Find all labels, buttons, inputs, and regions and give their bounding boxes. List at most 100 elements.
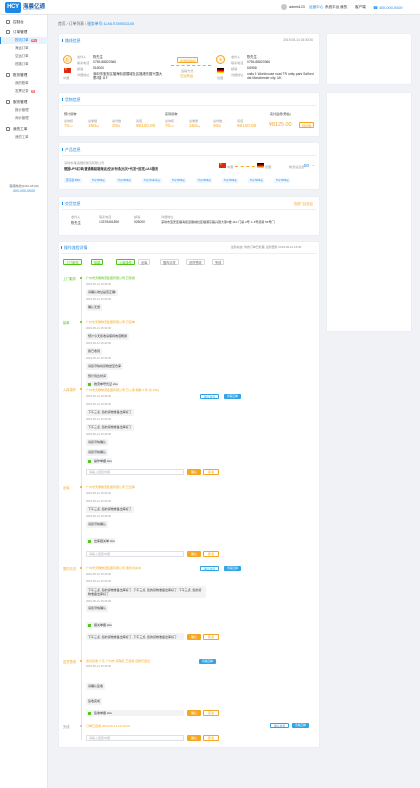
china-flag-icon (64, 68, 71, 73)
product-chip: Top 500kg (170, 178, 187, 183)
event-text: 广州市天翔物流集团有限公司 已接单 (86, 320, 135, 324)
sidebar-sub-rail-orders[interactable]: 铁路订单 (0, 61, 48, 68)
recipient-address: units 1 Workhouse road TR unity park Sal… (247, 72, 314, 80)
chat-message: 下午三点, 您的货物准备出库好了, 下午三点, 您的货物准备出库好了 (86, 633, 184, 641)
recipient-phone: 0755-88820366 (247, 60, 271, 64)
delivery-zip: 525000 (134, 220, 146, 224)
tab-complete[interactable]: 完成 (212, 259, 225, 265)
total-freight: ¥8125.00 (269, 122, 292, 128)
sender-name: 陈先生 (93, 55, 103, 59)
chat-message: 下午三点, 您的货物准备出库好了 (86, 409, 134, 416)
attachment-file[interactable]: 签收单据.xlsx (86, 710, 184, 716)
order-number: 服务单号:1LMLS789031100 (87, 22, 135, 26)
extra-primary-button[interactable]: 查看回单 (292, 723, 310, 728)
origin-icon: 起 (63, 55, 72, 64)
product-chip: Top 500kg (248, 178, 265, 183)
sidebar-item-dashboard[interactable]: 控制台 (0, 18, 48, 26)
extra-primary-button[interactable]: 查看回单 (199, 659, 217, 664)
confirm-button[interactable]: 确认 (187, 634, 202, 640)
chat-message: 下午三点, 您的货物准备出库好了, 下午三点, 您的货物准备出库好了, 下午三点… (86, 586, 206, 598)
service-icon (6, 100, 10, 104)
chat-message: 请您尽快确认 (86, 439, 109, 446)
tab-pickup[interactable]: 上门取件 (63, 259, 82, 265)
breadcrumb: 首页 / 订单列表 / 服务单号:1LMLS789031100 (58, 22, 135, 26)
origin-flag-icon (219, 163, 226, 168)
cargo-card: 货物信息 预计货物 总体积 70m³ 总重量 150kg 总件数 20件 货值 … (58, 92, 320, 137)
nav-mine[interactable]: 我的 (340, 5, 347, 10)
cancel-button[interactable]: 取消 (203, 469, 220, 475)
confirm-button[interactable]: 确认 (187, 735, 202, 741)
sidebar-sub-my-tickets[interactable]: 我的工单 (0, 134, 48, 141)
sidebar-sub-invoices[interactable]: 发票记录新 (0, 88, 48, 95)
logo-mark: HCY (5, 2, 21, 13)
sidebar-sub-logistics-orders[interactable]: 物流订单 99+ (0, 37, 48, 44)
chevron-down-icon[interactable]: ⌄ (312, 163, 315, 167)
reply-input[interactable]: 请输入回复内容 (86, 551, 184, 557)
recipient-zip: D6958 (247, 66, 257, 70)
payment-status-badge: 待付款 (299, 122, 315, 128)
sidebar-item-tickets[interactable]: 我的工单 (0, 125, 48, 133)
logo[interactable]: HCY 海晨亿通 HAICHEN YITONG (5, 2, 45, 13)
destination-icon: ✈ (216, 55, 225, 64)
confirm-button[interactable]: 确认 (187, 551, 202, 557)
cancel-button[interactable]: 取消 (203, 551, 220, 557)
contact-phone[interactable]: 400-000-0000 (0, 189, 48, 193)
attachment-file[interactable]: 报关单据.xlsx (86, 622, 113, 628)
confirm-button[interactable]: 确认 (187, 710, 202, 716)
tab-outbound[interactable]: 出库 (138, 259, 151, 265)
chat-message: 确认无误 (86, 304, 103, 311)
extra-action-button[interactable]: 确认收货 (200, 566, 220, 571)
chat-message: 请确认地址是否正确! (86, 289, 118, 296)
extra-action-button[interactable]: 确认收货 (270, 723, 290, 728)
delivery-address: 深圳市宝安区福海街道展城社区福港东路兴围大厦2楼 11F 门禁 2号 C 2号货… (161, 220, 275, 224)
tab-inbound[interactable]: 入库操作 (116, 259, 135, 265)
timeline-line (80, 276, 82, 740)
user-name[interactable]: admin123 (289, 5, 305, 9)
contact-label: 客服热线(9:00-18:00) (9, 184, 39, 188)
sidebar-sub-quotes[interactable]: 报价管理 (0, 107, 48, 114)
chat-message: 签收完成 (86, 698, 103, 705)
sidebar-sub-sea-orders[interactable]: 海运订单 (0, 45, 48, 52)
stage-label: 接单 (63, 321, 70, 325)
sidebar-sub-inquiries[interactable]: 询价管理 (0, 115, 48, 122)
nav-ops-center[interactable]: 运营中心 (309, 5, 323, 10)
delivery-phone: 13378461890 (99, 220, 120, 224)
attachment-file[interactable]: 操作单据.xlsx (86, 458, 113, 464)
extra-action-button[interactable]: 确认收货 (200, 394, 220, 399)
attachment-file[interactable]: 物流单号凭证.xlsx (86, 381, 119, 387)
tab-customs[interactable]: 国内清关 (160, 259, 179, 265)
product-card: 产品信息 深圳市海运国际物流有限公司 德国UPS红单(普通集装箱海运)空派专线(… (58, 142, 320, 190)
cancel-button[interactable]: 取消 (203, 710, 220, 716)
logo-subtext: HAICHEN YITONG (23, 9, 42, 11)
event-text: 广州市天翔物流集团有限公司 已入库 箱数 4 件 共 25kg (86, 388, 160, 392)
finance-icon (6, 73, 10, 77)
sidebar-item-orders[interactable]: 订单管理 (0, 28, 48, 36)
cancel-button[interactable]: 取消 (203, 735, 220, 741)
extra-primary-button[interactable]: 查看回单 (224, 566, 242, 571)
cancel-button[interactable]: 取消 (203, 634, 220, 640)
sidebar-item-service[interactable]: 服务管理 (0, 98, 48, 106)
product-price: 50 (304, 163, 310, 168)
sidebar-item-finance[interactable]: 账务管理 (0, 71, 48, 79)
reply-input[interactable]: 请输入回复内容 (86, 735, 184, 741)
sidebar-sub-air-orders[interactable]: 空运订单 (0, 53, 48, 60)
extra-primary-button[interactable]: 查看回单 (224, 394, 242, 399)
nav-system[interactable]: 系统平台 (325, 5, 339, 10)
nav-client[interactable]: 客户端 (355, 5, 366, 10)
tab-delivery[interactable]: 送货签收 (186, 259, 205, 265)
tab-accept[interactable]: 接单 (91, 259, 104, 265)
expected-pieces: 20件 (112, 123, 121, 128)
product-chip: Top Ordering (142, 178, 162, 183)
header-phone[interactable]: ☎ 400-000-0000 (373, 5, 402, 10)
product-name[interactable]: 德国UPS红单(普通集装箱海运)空派专线(出关+代发+送货)-IAS服务 (64, 166, 158, 171)
stage-label: 入库操作 (63, 388, 77, 392)
destination-flag-icon (257, 163, 264, 168)
view-store-link[interactable]: 查看门店信息 (294, 201, 313, 206)
chat-message: 预计今天揽收请保持电话畅通 (86, 333, 130, 340)
confirm-button[interactable]: 确认 (187, 469, 202, 475)
route-card: 路线信息 2019-05-14 15:30:30 起 中国 发件人 陈先生 联系… (58, 33, 320, 85)
reply-input[interactable]: 请输入回复内容 (86, 469, 184, 475)
attachment-file[interactable]: 出库报关单.xlsx (86, 538, 116, 544)
avatar[interactable] (281, 4, 287, 10)
sidebar-sub-bills[interactable]: 我的账单 (0, 80, 48, 87)
